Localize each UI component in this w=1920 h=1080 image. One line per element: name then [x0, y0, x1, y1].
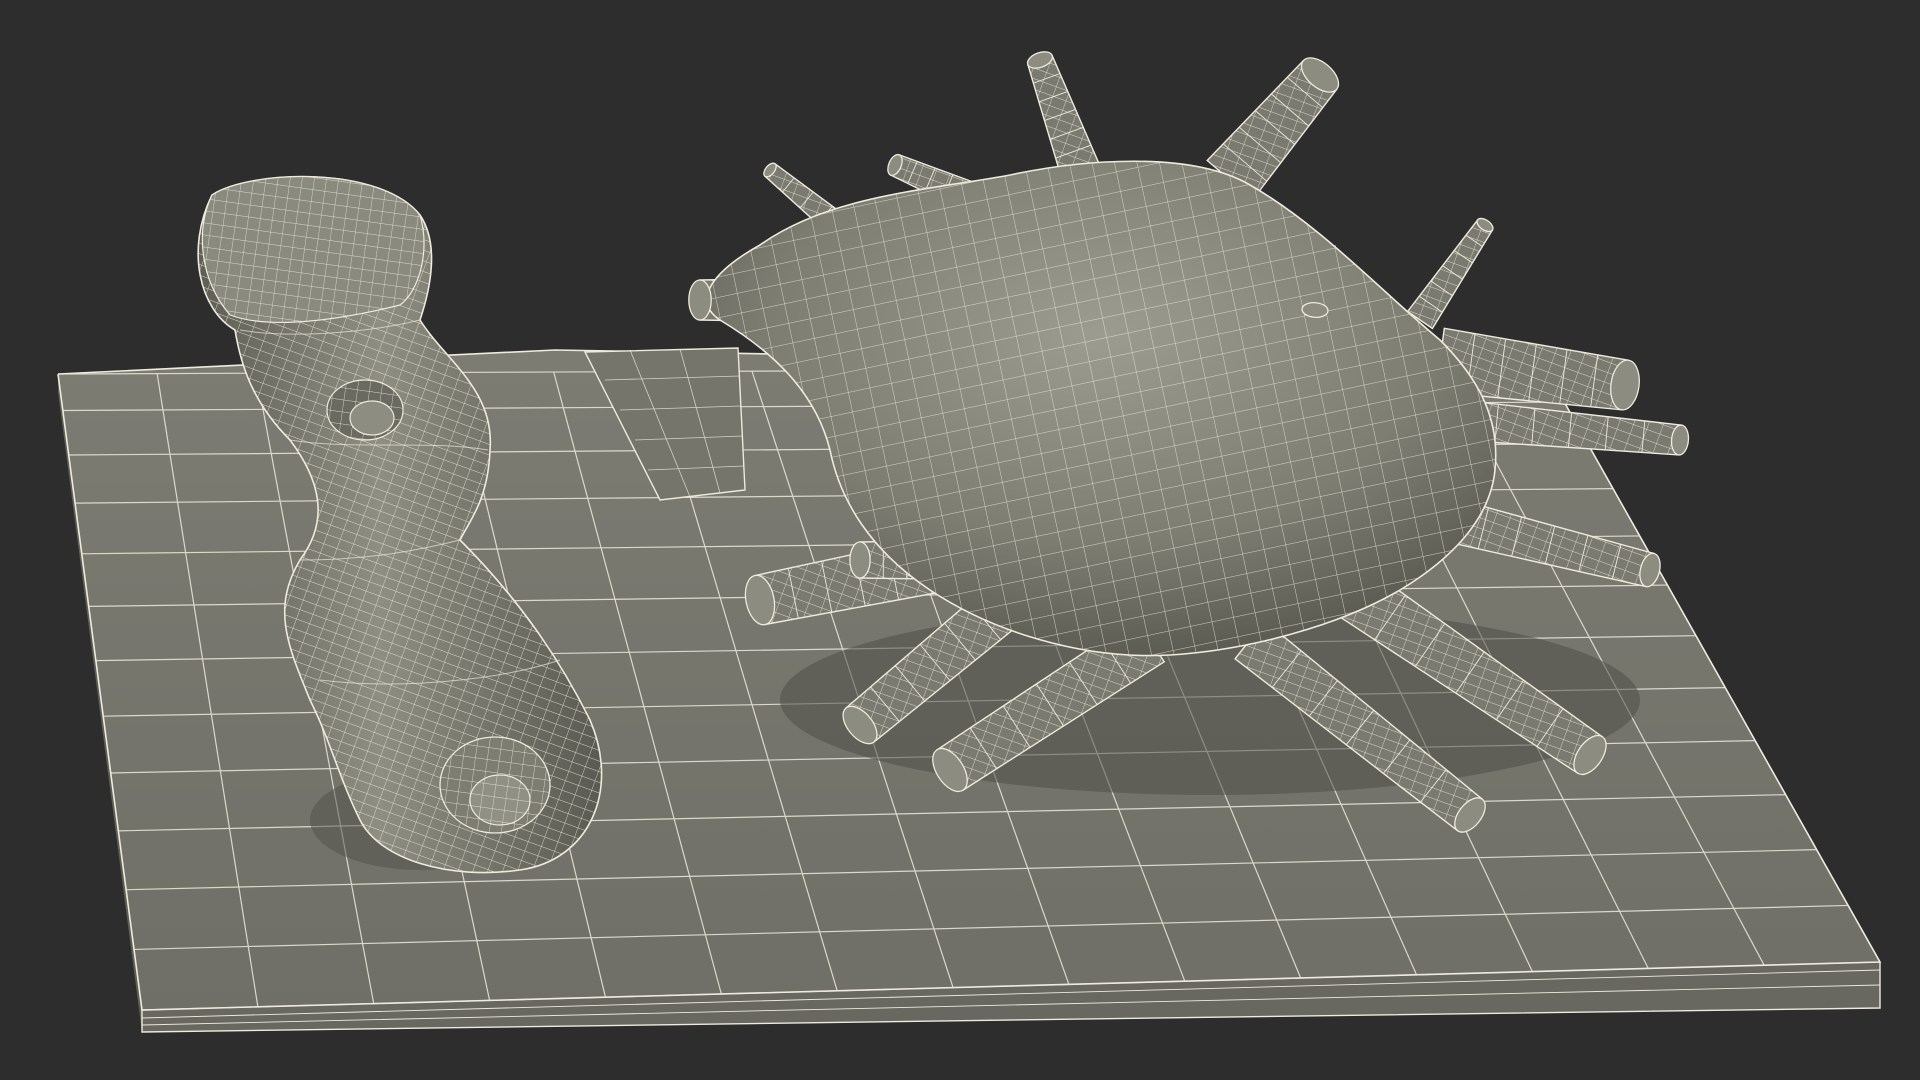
wireframe-render — [57, 51, 1882, 1033]
cell-process-mesh — [1407, 219, 1493, 329]
process-end-cap — [688, 279, 712, 321]
process-end-cap — [849, 541, 871, 579]
viewport — [0, 0, 1920, 1080]
cell-process-mesh — [1027, 55, 1099, 177]
